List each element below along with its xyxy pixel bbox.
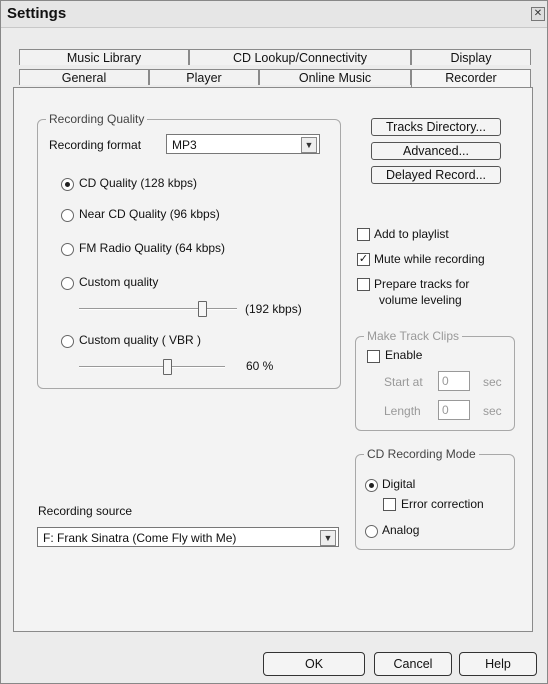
- vbr-slider-thumb[interactable]: [162, 359, 172, 375]
- start-at-field[interactable]: 0: [438, 371, 470, 391]
- radio-label: Digital: [382, 477, 416, 491]
- tab-online-music[interactable]: Online Music: [259, 69, 411, 85]
- combo-value: MP3: [172, 138, 197, 152]
- chevron-down-icon[interactable]: ▼: [320, 530, 336, 546]
- radio-custom-vbr[interactable]: [61, 335, 74, 348]
- radio-label: Analog: [382, 523, 420, 537]
- recording-format-label: Recording format: [49, 138, 142, 152]
- radio-fm-radio-quality[interactable]: [61, 243, 74, 256]
- checkbox-label: Prepare tracks for: [374, 277, 470, 291]
- unit-label: sec: [483, 375, 502, 389]
- radio-label: Near CD Quality (96 kbps): [79, 207, 220, 221]
- tab-label: CD Lookup/Connectivity: [232, 51, 368, 65]
- custom-quality-slider-track: [79, 308, 237, 310]
- title-bar: Settings ✕: [1, 1, 547, 28]
- button-label: OK: [304, 657, 324, 671]
- unit-label: sec: [483, 404, 502, 418]
- advanced-button[interactable]: Advanced...: [371, 142, 501, 160]
- delayed-record-button[interactable]: Delayed Record...: [371, 166, 501, 184]
- radio-analog[interactable]: [365, 525, 378, 538]
- radio-custom-quality[interactable]: [61, 277, 74, 290]
- window-title: Settings: [7, 5, 67, 22]
- group-title: Make Track Clips: [364, 329, 463, 343]
- enable-clips-checkbox[interactable]: [367, 350, 380, 363]
- vbr-slider-track: [79, 366, 225, 368]
- tab-label: General: [61, 71, 107, 85]
- tracks-directory-button[interactable]: Tracks Directory...: [371, 118, 501, 136]
- group-title: CD Recording Mode: [364, 447, 479, 461]
- cancel-button[interactable]: Cancel: [374, 652, 452, 676]
- tab-label: Recorder: [445, 71, 497, 85]
- tab-label: Online Music: [298, 71, 372, 85]
- radio-label: CD Quality (128 kbps): [79, 176, 198, 190]
- checkbox-label-line2: volume leveling: [379, 293, 462, 307]
- custom-bitrate-value: (192 kbps): [245, 302, 302, 316]
- radio-near-cd-quality[interactable]: [61, 209, 74, 222]
- recording-format-select[interactable]: MP3 ▼: [166, 134, 320, 154]
- checkbox-label: Mute while recording: [374, 252, 485, 266]
- tab-display[interactable]: Display: [411, 49, 531, 65]
- start-at-label: Start at: [384, 375, 423, 389]
- button-label: Delayed Record...: [385, 168, 487, 182]
- checkbox-label: Enable: [385, 348, 423, 362]
- custom-quality-slider-thumb[interactable]: [198, 301, 208, 317]
- ok-button[interactable]: OK: [263, 652, 365, 676]
- recording-source-select[interactable]: F: Frank Sinatra (Come Fly with Me) ▼: [37, 527, 339, 547]
- checkbox-label: Error correction: [401, 497, 484, 511]
- help-button[interactable]: Help: [459, 652, 537, 676]
- radio-label: Custom quality: [79, 275, 159, 289]
- radio-label: FM Radio Quality (64 kbps): [79, 241, 226, 255]
- button-label: Help: [485, 657, 511, 671]
- error-correction-checkbox[interactable]: [383, 498, 396, 511]
- tab-label: Music Library: [66, 51, 142, 65]
- tab-recorder[interactable]: Recorder: [411, 69, 531, 87]
- tab-player[interactable]: Player: [149, 69, 259, 85]
- chevron-down-icon[interactable]: ▼: [301, 137, 317, 153]
- recording-source-label: Recording source: [38, 504, 133, 518]
- tab-general[interactable]: General: [19, 69, 149, 85]
- length-label: Length: [384, 404, 421, 418]
- settings-window: Settings ✕ Music Library CD Lookup/Conne…: [0, 0, 548, 684]
- tab-music-library[interactable]: Music Library: [19, 49, 189, 65]
- button-label: Tracks Directory...: [385, 120, 486, 134]
- checkbox-label: Add to playlist: [374, 227, 449, 241]
- combo-value: F: Frank Sinatra (Come Fly with Me): [43, 531, 237, 545]
- length-field[interactable]: 0: [438, 400, 470, 420]
- prepare-tracks-checkbox[interactable]: [357, 278, 370, 291]
- close-icon[interactable]: ✕: [531, 7, 545, 21]
- radio-label: Custom quality ( VBR ): [79, 333, 202, 347]
- radio-cd-quality[interactable]: [61, 178, 74, 191]
- tab-cd-lookup[interactable]: CD Lookup/Connectivity: [189, 49, 411, 65]
- button-label: Advanced...: [402, 144, 469, 158]
- tab-label: Player: [186, 71, 222, 85]
- add-to-playlist-checkbox[interactable]: [357, 228, 370, 241]
- group-title: Recording Quality: [46, 112, 148, 126]
- button-label: Cancel: [393, 657, 433, 671]
- mute-while-recording-checkbox[interactable]: ✓: [357, 253, 370, 266]
- radio-digital[interactable]: [365, 479, 378, 492]
- tab-label: Display: [450, 51, 492, 65]
- vbr-value: 60 %: [246, 359, 274, 373]
